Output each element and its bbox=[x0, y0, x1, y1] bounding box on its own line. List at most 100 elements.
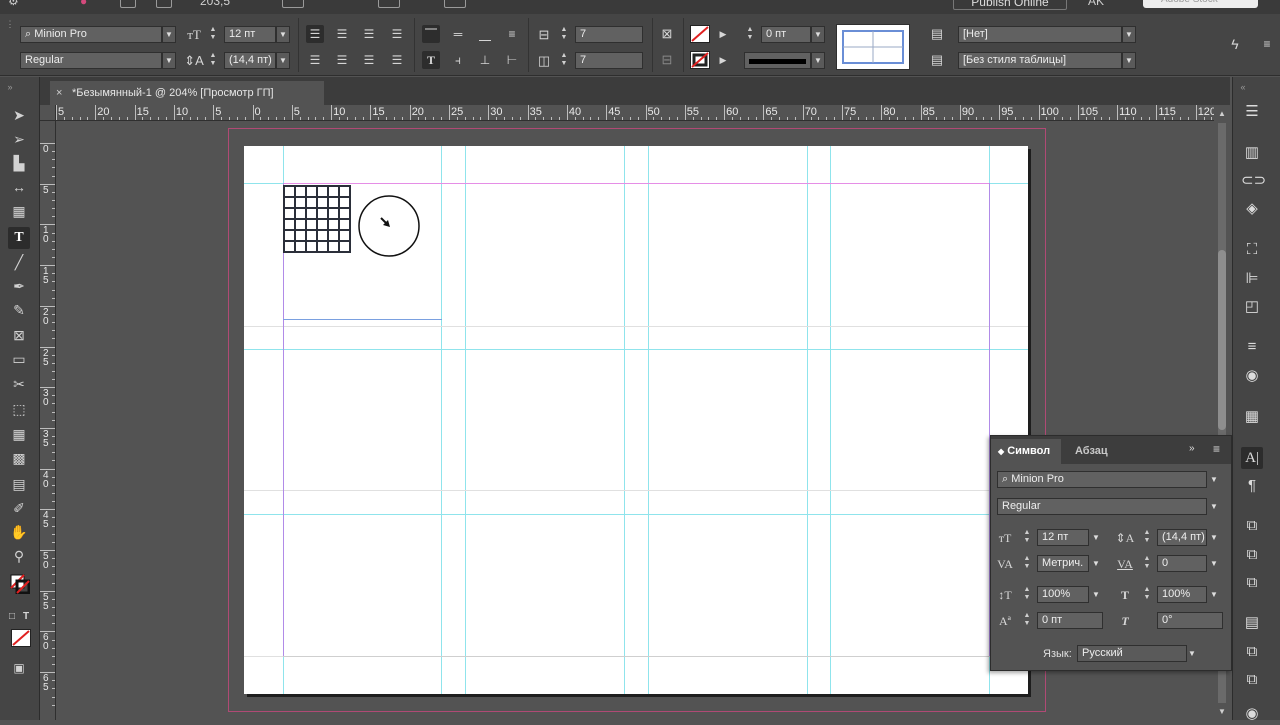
pathfinder-panel-icon[interactable]: ◰ bbox=[1241, 296, 1263, 318]
scroll-down-icon[interactable]: ▼ bbox=[1216, 707, 1228, 716]
note-tool-icon[interactable]: ▤ bbox=[8, 473, 30, 495]
font-size-stepper[interactable]: ▲ ▼ bbox=[207, 26, 219, 43]
paragraph-panel-icon[interactable]: ¶ bbox=[1241, 475, 1263, 497]
align-vcenter-button[interactable]: ═ bbox=[449, 25, 467, 43]
glyphs-panel-icon[interactable]: ⧉ bbox=[1241, 669, 1263, 691]
formatting-container-icon[interactable]: □ bbox=[6, 609, 18, 625]
layers-panel-icon[interactable]: ◈ bbox=[1241, 198, 1263, 220]
align-panel-icon[interactable]: ⊫ bbox=[1241, 268, 1263, 290]
table-panel-icon[interactable]: ▦ bbox=[1241, 406, 1263, 428]
fill-swatch-menu-icon[interactable]: ▶ bbox=[716, 26, 730, 42]
vertical-scale-stepper[interactable]: ▲ ▼ bbox=[1021, 586, 1033, 603]
align-top-button[interactable]: ⎺ bbox=[422, 25, 440, 43]
eyedropper-tool-icon[interactable]: ✐ bbox=[8, 497, 30, 519]
stock-icon[interactable] bbox=[156, 0, 172, 8]
horizontal-scale-dropdown[interactable]: ▼ bbox=[1207, 586, 1221, 603]
table-style-field[interactable]: [Без стиля таблицы] bbox=[958, 52, 1122, 69]
content-collector-tool-icon[interactable]: ▦ bbox=[8, 200, 30, 222]
cell-style-field[interactable]: [Нет] bbox=[958, 26, 1122, 43]
columns-field[interactable]: 7 bbox=[575, 52, 643, 69]
stroke-type-field[interactable] bbox=[744, 52, 811, 69]
transform-panel-icon[interactable]: ⛶ bbox=[1241, 239, 1263, 261]
table-styles-panel-icon[interactable]: ▤ bbox=[1241, 612, 1263, 634]
cell-stroke-proxy[interactable] bbox=[836, 24, 910, 70]
character-panel-icon[interactable]: A| bbox=[1241, 447, 1263, 469]
leading-field[interactable]: (14,4 пт) bbox=[224, 52, 276, 69]
panel-menu-icon[interactable]: ≡ bbox=[1260, 36, 1274, 52]
font-size-dropdown[interactable]: ▼ bbox=[276, 26, 290, 43]
char-font-style-field[interactable]: Regular bbox=[997, 498, 1207, 515]
vertical-ruler[interactable]: 0 5 1 0 1 5 2 0 2 5 3 0 3 5 4 0 4 5 5 0 5 5 6 0 6 5 bbox=[40, 121, 56, 720]
char-leading-field[interactable]: (14,4 пт) bbox=[1157, 529, 1207, 546]
tracking-field[interactable]: 0 bbox=[1157, 555, 1207, 572]
tracking-dropdown[interactable]: ▼ bbox=[1207, 555, 1221, 572]
kerning-stepper[interactable]: ▲ ▼ bbox=[1021, 555, 1033, 572]
justify-vertical-button[interactable]: ≡ bbox=[503, 25, 521, 43]
collapse-panel-icon[interactable]: » bbox=[1189, 443, 1195, 454]
align-center-button[interactable]: ☰ bbox=[333, 25, 351, 43]
vertical-scale-field[interactable]: 100% bbox=[1037, 586, 1089, 603]
stroke-weight-stepper[interactable]: ▲ ▼ bbox=[744, 26, 756, 43]
align-right-button[interactable]: ☰ bbox=[360, 25, 378, 43]
arrange-documents-button[interactable] bbox=[444, 0, 466, 8]
text-rotation-90-button[interactable]: ⫞ bbox=[449, 51, 467, 69]
gradient-swatch-tool-icon[interactable]: ▦ bbox=[8, 423, 30, 445]
font-family-field[interactable]: ⌕ Minion Pro bbox=[20, 26, 162, 43]
links-panel-icon[interactable]: ⊂⊃ bbox=[1241, 170, 1266, 192]
columns-stepper[interactable]: ▲ ▼ bbox=[558, 52, 570, 69]
justify-center-button[interactable]: ☰ bbox=[333, 51, 351, 69]
scroll-thumb[interactable] bbox=[1218, 250, 1226, 430]
language-field[interactable]: Русский bbox=[1077, 645, 1187, 662]
char-font-size-stepper[interactable]: ▲ ▼ bbox=[1021, 529, 1033, 546]
scroll-up-icon[interactable]: ▲ bbox=[1216, 109, 1228, 118]
line-tool-icon[interactable]: ╱ bbox=[8, 251, 30, 273]
leading-dropdown[interactable]: ▼ bbox=[276, 52, 290, 69]
user-menu[interactable]: AK bbox=[1088, 0, 1104, 10]
direct-selection-tool-icon[interactable]: ➢ bbox=[8, 128, 30, 150]
skew-field[interactable]: 0° bbox=[1157, 612, 1223, 629]
tracking-stepper[interactable]: ▲ ▼ bbox=[1141, 555, 1153, 572]
stroke-panel-icon[interactable]: ≡ bbox=[1241, 336, 1263, 358]
panel-options-toggle-icon[interactable]: ◆ bbox=[998, 447, 1004, 456]
selection-tool-icon[interactable]: ➤ bbox=[8, 104, 30, 126]
kerning-field[interactable]: Метрич. bbox=[1037, 555, 1089, 572]
quick-apply-icon[interactable]: ϟ bbox=[1226, 36, 1244, 52]
fill-stroke-swatch[interactable] bbox=[10, 574, 31, 595]
font-family-dropdown[interactable]: ▼ bbox=[162, 26, 176, 43]
justify-left-button[interactable]: ☰ bbox=[306, 51, 324, 69]
apply-none-button[interactable] bbox=[11, 629, 31, 647]
cell-styles-panel-icon[interactable]: ⧉ bbox=[1241, 641, 1263, 663]
char-leading-stepper[interactable]: ▲ ▼ bbox=[1141, 529, 1153, 546]
type-tool-icon[interactable]: T bbox=[8, 227, 30, 249]
baseline-shift-field[interactable]: 0 пт bbox=[1037, 612, 1103, 629]
formatting-text-icon[interactable]: T bbox=[20, 609, 32, 625]
text-frame-edge[interactable] bbox=[283, 319, 442, 320]
align-bottom-button[interactable]: ⎽ bbox=[476, 25, 494, 43]
close-tab-icon[interactable]: × bbox=[56, 81, 62, 105]
char-font-size-field[interactable]: 12 пт bbox=[1037, 529, 1089, 546]
stroke-swatch-menu-icon[interactable]: ▶ bbox=[716, 52, 730, 68]
baseline-shift-stepper[interactable]: ▲ ▼ bbox=[1021, 612, 1033, 629]
rows-stepper[interactable]: ▲ ▼ bbox=[558, 26, 570, 43]
document-tab[interactable]: × *Безымянный-1 @ 204% [Просмотр ГП] bbox=[50, 81, 324, 105]
cell-style-dropdown[interactable]: ▼ bbox=[1122, 26, 1136, 43]
view-options-button[interactable] bbox=[282, 0, 304, 8]
unmerge-cells-icon[interactable]: ⊟ bbox=[659, 52, 675, 68]
tab-character[interactable]: ◆ Символ bbox=[991, 439, 1061, 464]
pencil-tool-icon[interactable]: ✎ bbox=[8, 299, 30, 321]
free-transform-tool-icon[interactable]: ⬚ bbox=[8, 398, 30, 420]
stroke-weight-field[interactable]: 0 пт bbox=[761, 26, 811, 43]
kerning-dropdown[interactable]: ▼ bbox=[1089, 555, 1103, 572]
justify-all-button[interactable]: ☰ bbox=[388, 51, 406, 69]
screen-mode-button[interactable] bbox=[378, 0, 400, 8]
scissors-tool-icon[interactable]: ✂ bbox=[8, 373, 30, 395]
home-icon[interactable]: ⚙ bbox=[8, 0, 19, 10]
fill-swatch[interactable] bbox=[690, 25, 710, 43]
char-font-family-dropdown[interactable]: ▼ bbox=[1207, 471, 1221, 488]
text-rotation-180-button[interactable]: ⊥ bbox=[476, 51, 494, 69]
table-style-dropdown[interactable]: ▼ bbox=[1122, 52, 1136, 69]
hand-tool-icon[interactable]: ✋ bbox=[8, 521, 30, 543]
text-rotation-0-button[interactable]: T bbox=[422, 51, 440, 69]
panel-menu-icon[interactable]: ≡ bbox=[1213, 442, 1220, 456]
app-logo-icon[interactable]: ● bbox=[80, 0, 87, 10]
